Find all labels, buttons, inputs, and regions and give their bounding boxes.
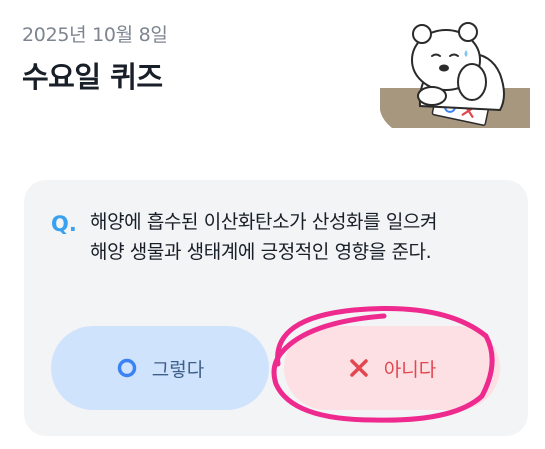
answer-yes-button[interactable]: 그렇다 [51,326,269,410]
question-text: 해양에 흡수된 이산화탄소가 산성화를 일으켜 해양 생물과 생태계에 긍정적인… [90,207,510,267]
page-title: 수요일 퀴즈 [22,60,163,94]
circle-icon [117,358,137,378]
x-icon [350,359,368,377]
answer-yes-label: 그렇다 [151,358,205,381]
answer-no-label: 아니다 [383,358,437,381]
bear-thinking-illustration [380,22,530,128]
answer-no-button[interactable]: 아니다 [284,326,500,410]
question-line: 해양에 흡수된 이산화탄소가 산성화를 일으켜 [90,211,438,233]
question-marker: Q. [51,212,77,236]
question-line: 해양 생물과 생태계에 긍정적인 영향을 준다. [90,241,432,263]
quiz-card: Q. 해양에 흡수된 이산화탄소가 산성화를 일으켜 해양 생물과 생태계에 긍… [24,180,528,436]
date-label: 2025년 10월 8일 [22,24,168,46]
